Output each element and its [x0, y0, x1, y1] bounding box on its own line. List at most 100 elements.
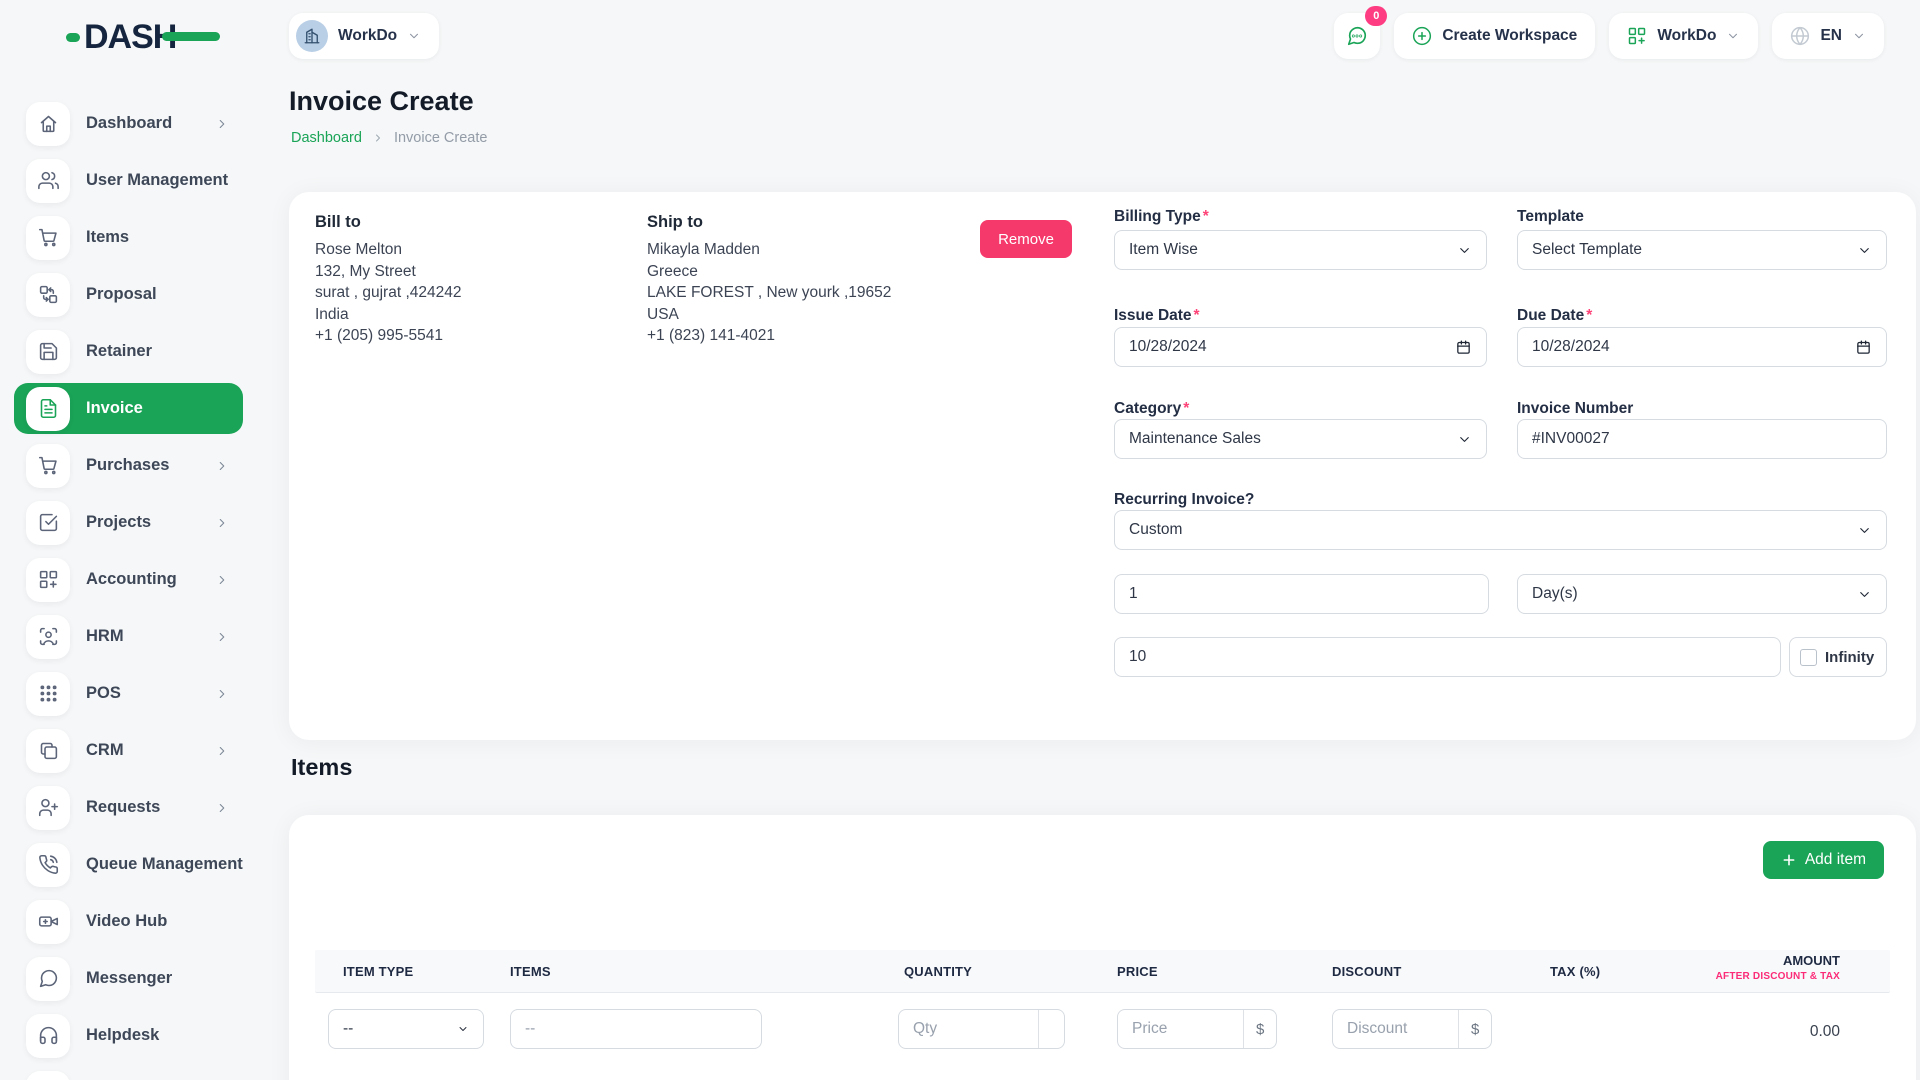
messages-button[interactable]: 0: [1334, 13, 1380, 59]
invoice-form-card: Bill to Rose Melton 132, My Street surat…: [289, 192, 1916, 740]
user-scan-icon: [26, 615, 70, 659]
sidebar-item-video-hub[interactable]: Video Hub: [14, 896, 243, 947]
sidebar-item-helpdesk[interactable]: Helpdesk: [14, 1010, 243, 1061]
template-label: Template: [1517, 208, 1584, 226]
language-code: EN: [1820, 27, 1842, 45]
sidebar-item-invoice[interactable]: Invoice: [14, 383, 243, 434]
template-select[interactable]: Select Template: [1517, 230, 1887, 270]
bill-to-address: Rose Melton 132, My Street surat , gujra…: [315, 239, 462, 347]
swap-boxes-icon: [26, 273, 70, 317]
breadcrumb-dashboard-link[interactable]: Dashboard: [291, 130, 362, 146]
billing-type-label: Billing Type*: [1114, 208, 1209, 226]
occurrences-wrap: [1114, 637, 1781, 677]
grid-plus-icon: [26, 558, 70, 602]
issue-date-label: Issue Date*: [1114, 307, 1200, 325]
issue-date-input[interactable]: [1129, 338, 1455, 356]
recurring-select[interactable]: Custom: [1114, 510, 1887, 550]
item-type-select[interactable]: --: [328, 1009, 484, 1049]
app-menu-button[interactable]: WorkDo: [1609, 13, 1758, 59]
currency-suffix: $: [1458, 1010, 1491, 1048]
sidebar-item-items[interactable]: Items: [14, 212, 243, 263]
remove-button[interactable]: Remove: [980, 220, 1072, 258]
item-row: -- -- $ $ 0.00: [315, 993, 1890, 1080]
sidebar-item-crm[interactable]: CRM: [14, 725, 243, 776]
brand-logo: DASH: [66, 18, 176, 56]
currency-suffix: $: [1243, 1010, 1276, 1048]
ship-to-heading: Ship to: [647, 213, 703, 232]
user-plus-icon: [26, 786, 70, 830]
discount-input[interactable]: [1347, 1020, 1458, 1038]
invoice-number-input[interactable]: [1532, 430, 1872, 448]
topbar: DASH WorkDo 0 Create Workspace WorkDo EN: [0, 0, 1920, 72]
recurring-label: Recurring Invoice?: [1114, 491, 1254, 509]
items-select[interactable]: --: [510, 1009, 762, 1049]
infinity-checkbox[interactable]: [1800, 649, 1817, 666]
infinity-label: Infinity: [1825, 649, 1874, 666]
col-price: PRICE: [1117, 964, 1158, 979]
sidebar-item-pos[interactable]: POS: [14, 668, 243, 719]
plus-icon: [1781, 852, 1797, 868]
interval-value-input[interactable]: [1129, 585, 1474, 603]
spinner-divider: [1038, 1010, 1039, 1048]
category-select[interactable]: Maintenance Sales: [1114, 419, 1487, 459]
sidebar-item-purchases[interactable]: Purchases: [14, 440, 243, 491]
chevron-down-icon: [1457, 432, 1472, 447]
sidebar-item-retainer[interactable]: Retainer: [14, 326, 243, 377]
issue-date-input-wrap: [1114, 327, 1487, 367]
sidebar-item-messenger[interactable]: Messenger: [14, 953, 243, 1004]
chevron-down-icon: [407, 29, 421, 43]
check-square-icon: [26, 501, 70, 545]
logo-green-bar: [162, 32, 220, 41]
calendar-icon[interactable]: [1855, 339, 1872, 356]
occurrences-input[interactable]: [1129, 648, 1766, 666]
logo-dash-shape: [66, 33, 80, 42]
chevron-down-icon: [1457, 243, 1472, 258]
sidebar-item-accounting[interactable]: Accounting: [14, 554, 243, 605]
col-discount: DISCOUNT: [1332, 964, 1402, 979]
chevron-right-icon: [215, 687, 229, 701]
sidebar-nav: Dashboard User Management Items Proposal…: [0, 72, 270, 1080]
create-workspace-button[interactable]: Create Workspace: [1394, 13, 1595, 59]
sidebar-item-queue-management[interactable]: Queue Management: [14, 839, 243, 890]
chat-icon: [26, 957, 70, 1001]
sidebar-item-user-management[interactable]: User Management: [14, 155, 243, 206]
chevron-right-icon: [215, 516, 229, 530]
infinity-group: Infinity: [1789, 637, 1887, 677]
quantity-stepper: [898, 1009, 1065, 1049]
chevron-right-icon: [228, 174, 229, 188]
headphones-icon: [26, 1014, 70, 1058]
quantity-input[interactable]: [913, 1020, 1038, 1038]
price-input[interactable]: [1132, 1020, 1243, 1038]
sidebar-item-proposal[interactable]: Proposal: [14, 269, 243, 320]
interval-value-wrap: [1114, 574, 1489, 614]
language-selector[interactable]: EN: [1772, 13, 1884, 59]
sidebar-item-projects[interactable]: Projects: [14, 497, 243, 548]
due-date-input[interactable]: [1532, 338, 1855, 356]
phone-icon: [26, 843, 70, 887]
invoice-number-label: Invoice Number: [1517, 400, 1633, 418]
col-items: ITEMS: [510, 964, 551, 979]
sidebar-item-dashboard[interactable]: Dashboard: [14, 98, 243, 149]
items-section-heading: Items: [291, 754, 352, 781]
billing-type-select[interactable]: Item Wise: [1114, 230, 1487, 270]
ship-to-address: Mikayla Madden Greece LAKE FOREST , New …: [647, 239, 891, 347]
breadcrumb-current: Invoice Create: [394, 130, 488, 146]
discount-group: $: [1332, 1009, 1492, 1049]
sidebar-item-settings[interactable]: Settings: [14, 1067, 243, 1080]
chevron-right-icon: [215, 630, 229, 644]
calendar-icon[interactable]: [1455, 339, 1472, 356]
chevron-down-icon: [457, 1023, 469, 1035]
chevron-right-icon: [215, 744, 229, 758]
sidebar-item-requests[interactable]: Requests: [14, 782, 243, 833]
due-date-input-wrap: [1517, 327, 1887, 367]
cart-icon: [26, 444, 70, 488]
interval-unit-select[interactable]: Day(s): [1517, 574, 1887, 614]
add-item-button[interactable]: Add item: [1763, 841, 1884, 879]
chevron-down-icon: [1857, 243, 1872, 258]
sidebar-item-hrm[interactable]: HRM: [14, 611, 243, 662]
workspace-switcher[interactable]: WorkDo: [289, 13, 439, 59]
home-icon: [26, 102, 70, 146]
chevron-right-icon: [372, 132, 384, 144]
chevron-down-icon: [1857, 523, 1872, 538]
col-quantity: QUANTITY: [904, 964, 972, 979]
